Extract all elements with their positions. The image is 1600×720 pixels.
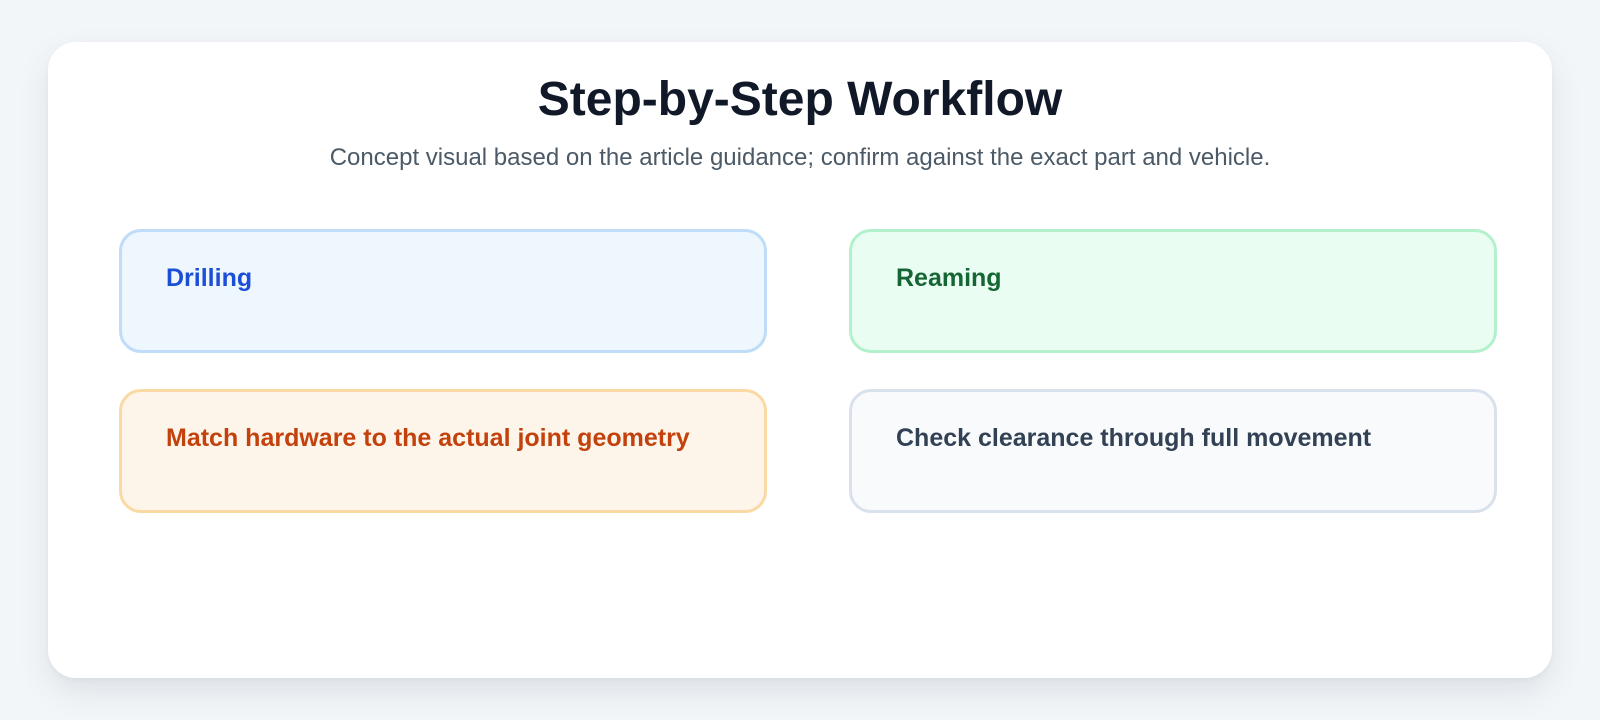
step-label: Check clearance through full movement xyxy=(896,424,1372,452)
step-box-match-hardware: Match hardware to the actual joint geome… xyxy=(119,389,767,513)
step-label: Drilling xyxy=(166,264,253,292)
step-box-drilling: Drilling xyxy=(119,229,767,353)
step-box-reaming: Reaming xyxy=(849,229,1497,353)
step-label: Match hardware to the actual joint geome… xyxy=(166,424,690,452)
workflow-card xyxy=(48,42,1552,678)
page-subtitle: Concept visual based on the article guid… xyxy=(329,144,1271,171)
page-title: Step-by-Step Workflow xyxy=(537,73,1063,126)
step-label: Reaming xyxy=(896,264,1002,292)
step-box-check-clearance: Check clearance through full movement xyxy=(849,389,1497,513)
